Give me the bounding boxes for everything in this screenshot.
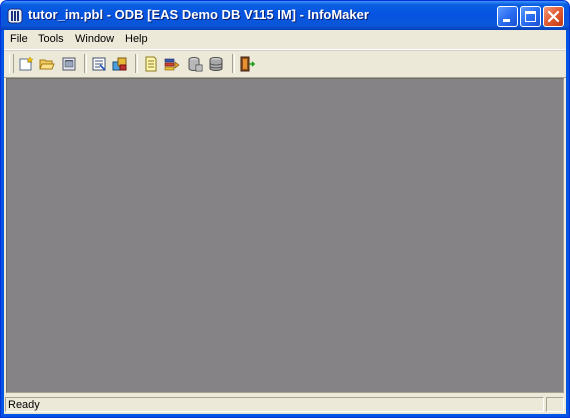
menu-file[interactable]: File <box>8 32 30 47</box>
minimize-icon <box>503 19 510 22</box>
menu-tools[interactable]: Tools <box>36 32 66 47</box>
form-painter-icon <box>145 56 157 72</box>
infomaker-app-icon[interactable] <box>7 8 23 24</box>
form-button[interactable] <box>142 55 160 73</box>
query-button[interactable] <box>111 55 129 73</box>
report-painter-icon <box>92 57 106 71</box>
close-button[interactable] <box>543 6 564 27</box>
title-bar[interactable]: tutor_im.pbl - ODB [EAS Demo DB V115 IM]… <box>1 1 569 30</box>
maximize-icon <box>525 11 536 22</box>
exit-icon <box>240 56 255 72</box>
status-bar: Ready <box>4 395 566 414</box>
library-painter-icon <box>62 57 76 71</box>
app-window: tutor_im.pbl - ODB [EAS Demo DB V115 IM]… <box>0 0 570 418</box>
new-icon <box>19 56 34 71</box>
db-painter-button[interactable] <box>207 55 225 73</box>
window-title: tutor_im.pbl - ODB [EAS Demo DB V115 IM]… <box>28 7 369 22</box>
db-profile-button[interactable] <box>186 55 204 73</box>
open-button[interactable] <box>38 55 56 73</box>
toolbar-separator <box>232 54 235 73</box>
pipeline-icon <box>164 58 180 71</box>
painterbar <box>4 50 566 78</box>
status-text: Ready <box>5 397 544 412</box>
client-area: File Tools Window Help Ready <box>4 30 566 414</box>
minimize-button[interactable] <box>497 6 518 27</box>
query-painter-icon <box>112 57 127 71</box>
maximize-button[interactable] <box>520 6 541 27</box>
library-button[interactable] <box>60 55 78 73</box>
toolbar-separator <box>135 54 138 73</box>
new-button[interactable] <box>17 55 35 73</box>
menu-window[interactable]: Window <box>73 32 116 47</box>
status-pane-secondary <box>546 397 564 412</box>
close-icon <box>547 10 560 23</box>
toolbar-grip[interactable] <box>9 54 14 73</box>
report-button[interactable] <box>90 55 108 73</box>
menu-help[interactable]: Help <box>123 32 150 47</box>
open-folder-icon <box>39 59 55 70</box>
database-profile-icon <box>188 57 203 72</box>
exit-button[interactable] <box>238 55 256 73</box>
mdi-workspace[interactable] <box>6 78 564 393</box>
pipeline-button[interactable] <box>163 55 181 73</box>
database-painter-icon <box>209 57 223 71</box>
menu-bar: File Tools Window Help <box>4 30 566 50</box>
toolbar-separator <box>84 54 87 73</box>
